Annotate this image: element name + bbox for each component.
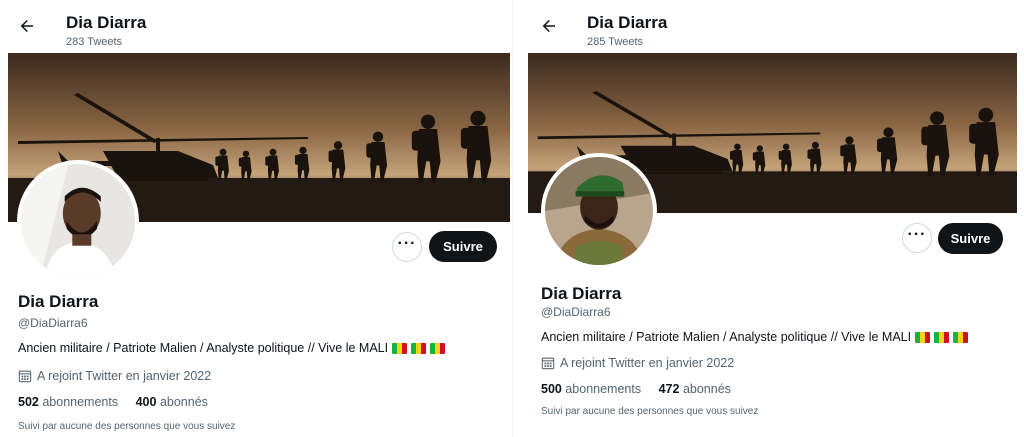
- arrow-left-icon: [20, 20, 33, 32]
- back-button[interactable]: [18, 17, 40, 39]
- ellipsis-icon: ···: [907, 226, 927, 243]
- profile-avatar[interactable]: [541, 153, 657, 269]
- tweet-count: 283 Tweets: [66, 36, 123, 48]
- back-button[interactable]: [540, 17, 562, 39]
- more-options-button[interactable]: ···: [392, 232, 422, 262]
- profile-handle: @DiaDiarra6: [541, 305, 611, 319]
- calendar-icon: [18, 370, 32, 383]
- follow-stats: 502 abonnements 400 abonnés: [18, 394, 222, 410]
- profile-panel-left: Dia Diarra 283 Tweets ··· Suivre Dia Dia…: [0, 0, 512, 437]
- join-date-text: A rejoint Twitter en janvier 2022: [560, 356, 735, 370]
- profile-bio: Ancien militaire / Patriote Malien / Ana…: [541, 329, 969, 345]
- followers-count: 400: [135, 395, 157, 409]
- profile-bio: Ancien militaire / Patriote Malien / Ana…: [18, 340, 446, 356]
- arrow-left-icon: [542, 20, 555, 32]
- profile-name: Dia Diarra: [18, 292, 99, 311]
- followers-label: abonnés: [682, 382, 731, 396]
- header-name: Dia Diarra: [66, 13, 147, 32]
- mali-flag-icon: [915, 331, 931, 343]
- following-link[interactable]: 500 abonnements: [541, 381, 641, 397]
- mali-flag-icon: [934, 331, 950, 343]
- bio-text: Ancien militaire / Patriote Malien / Ana…: [18, 341, 389, 355]
- follow-button[interactable]: Suivre: [938, 223, 1003, 254]
- join-date: A rejoint Twitter en janvier 2022: [541, 355, 734, 371]
- profile-panel-right: Dia Diarra 285 Tweets ··· Suivre Dia Dia…: [522, 0, 1024, 437]
- profile-header: Dia Diarra 285 Tweets: [522, 0, 1024, 52]
- followed-by-text: Suivi par aucune des personnes que vous …: [541, 406, 759, 417]
- header-name: Dia Diarra: [587, 13, 668, 32]
- profile-header: Dia Diarra 283 Tweets: [0, 0, 512, 52]
- mali-flag-icon: [411, 342, 427, 354]
- profile-name: Dia Diarra: [541, 284, 622, 303]
- mali-flag-icon: [430, 342, 446, 354]
- followers-count: 472: [658, 382, 680, 396]
- following-label: abonnements: [42, 395, 119, 409]
- join-date: A rejoint Twitter en janvier 2022: [18, 368, 211, 384]
- followers-link[interactable]: 400 abonnés: [136, 394, 208, 410]
- follow-stats: 500 abonnements 472 abonnés: [541, 381, 745, 397]
- follow-button[interactable]: Suivre: [429, 231, 497, 262]
- join-date-text: A rejoint Twitter en janvier 2022: [37, 369, 212, 383]
- mali-flag-icon: [392, 342, 408, 354]
- calendar-icon: [541, 357, 555, 370]
- following-count: 500: [541, 382, 562, 396]
- panel-divider: [512, 0, 522, 437]
- ellipsis-icon: ···: [397, 235, 417, 252]
- profile-handle: @DiaDiarra6: [18, 316, 88, 330]
- following-label: abonnements: [565, 382, 642, 396]
- mali-flag-icon: [953, 331, 969, 343]
- bio-text: Ancien militaire / Patriote Malien / Ana…: [541, 330, 912, 344]
- followed-by-text: Suivi par aucune des personnes que vous …: [18, 421, 236, 432]
- followers-label: abonnés: [159, 395, 208, 409]
- profile-avatar[interactable]: [17, 160, 139, 282]
- followers-link[interactable]: 472 abonnés: [659, 381, 731, 397]
- tweet-count: 285 Tweets: [587, 36, 644, 48]
- following-count: 502: [18, 395, 39, 409]
- more-options-button[interactable]: ···: [902, 223, 932, 253]
- following-link[interactable]: 502 abonnements: [18, 394, 118, 410]
